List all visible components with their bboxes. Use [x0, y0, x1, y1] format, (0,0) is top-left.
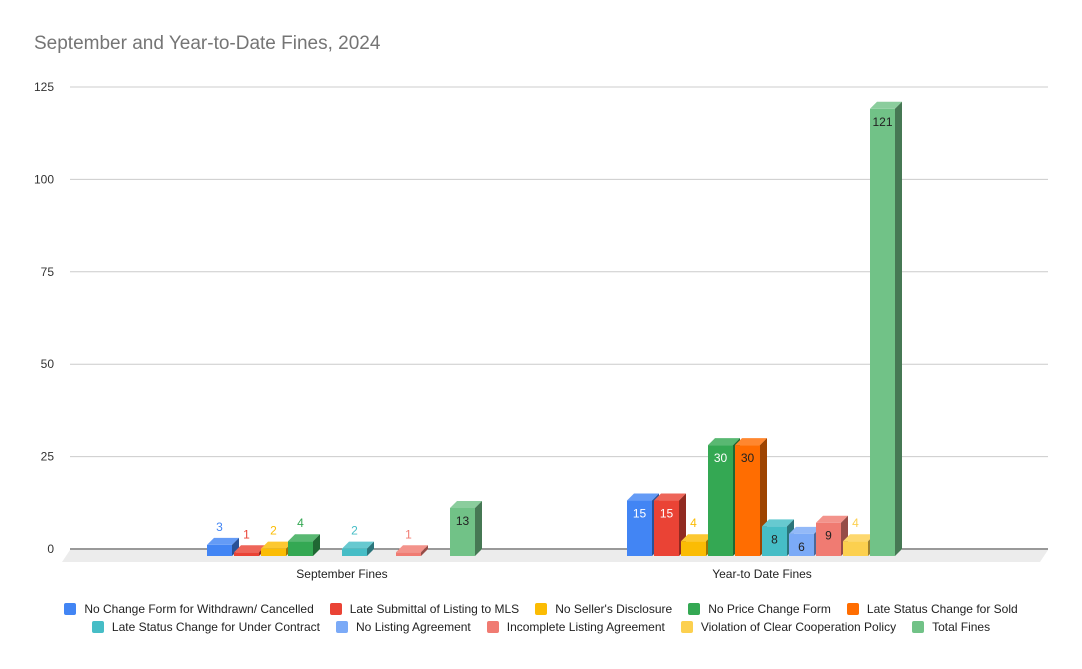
bar-front	[681, 541, 706, 556]
legend-row: Late Status Change for Under Contract No …	[0, 618, 1082, 636]
data-label: 2	[270, 524, 277, 538]
data-label: 15	[660, 507, 674, 521]
legend-item[interactable]: Late Status Change for Under Contract	[91, 620, 321, 634]
legend-row: No Change Form for Withdrawn/ Cancelled L…	[0, 600, 1082, 618]
legend-label: No Change Form for Withdrawn/ Cancelled	[84, 602, 314, 616]
legend-swatch	[336, 621, 349, 633]
legend-item[interactable]: No Listing Agreement	[336, 620, 471, 634]
legend-item[interactable]: Incomplete Listing Agreement	[486, 620, 665, 634]
legend-label: Total Fines	[932, 620, 991, 634]
legend-swatch	[91, 621, 104, 633]
y-tick-label: 100	[34, 172, 54, 186]
data-label: 1	[243, 527, 250, 541]
bar-front	[870, 108, 895, 556]
data-label: 8	[771, 532, 778, 546]
legend-label: No Seller's Disclosure	[555, 602, 673, 616]
legend-swatch	[680, 621, 693, 633]
bar-front	[396, 552, 421, 556]
legend-label: Incomplete Listing Agreement	[506, 620, 665, 634]
bar	[450, 500, 482, 556]
y-tick-label: 125	[34, 80, 54, 94]
y-tick-label: 25	[41, 450, 55, 464]
data-label: 2	[351, 524, 358, 538]
legend-item[interactable]: No Price Change Form	[688, 602, 831, 616]
chart-legend: No Change Form for Withdrawn/ Cancelled L…	[0, 600, 1082, 636]
data-label: 4	[852, 516, 859, 530]
data-label: 30	[714, 451, 728, 465]
legend-swatch	[846, 603, 859, 615]
legend-item[interactable]: Violation of Clear Cooperation Policy	[680, 620, 897, 634]
bar	[870, 101, 902, 556]
legend-item[interactable]: Late Status Change for Sold	[846, 602, 1018, 616]
legend-swatch	[688, 603, 701, 615]
data-label: 30	[741, 451, 755, 465]
bar	[288, 534, 320, 556]
data-label: 4	[690, 516, 697, 530]
bar-front	[342, 548, 367, 556]
data-label: 121	[872, 115, 892, 129]
data-label: 9	[825, 529, 832, 543]
legend-label: Late Submittal of Listing to MLS	[349, 602, 520, 616]
legend-label: Late Status Change for Under Contract	[111, 620, 321, 634]
bar-front	[207, 544, 232, 556]
data-label: 6	[798, 540, 805, 554]
chart-plot-area: 0 25 50 75 100 125 3 1 2 4 2 1 13 September Fines 15 15…	[34, 80, 1048, 581]
y-tick-label: 0	[47, 542, 54, 556]
legend-swatch	[486, 621, 499, 633]
data-label: 15	[633, 507, 647, 521]
bar-front	[234, 552, 259, 556]
bar-side	[475, 500, 482, 556]
legend-swatch	[64, 603, 77, 615]
x-category-label: Year-to Date Fines	[712, 567, 812, 581]
legend-item[interactable]: No Seller's Disclosure	[535, 602, 672, 616]
data-label: 1	[405, 527, 412, 541]
data-label: 4	[297, 516, 304, 530]
y-tick-label: 50	[41, 357, 55, 371]
legend-item[interactable]: No Change Form for Withdrawn/ Cancelled	[64, 602, 314, 616]
data-label: 13	[456, 514, 470, 528]
bar-front	[261, 548, 286, 556]
bar-front	[843, 541, 868, 556]
x-category-label: September Fines	[296, 567, 387, 581]
legend-swatch	[535, 603, 548, 615]
legend-label: Late Status Change for Sold	[866, 602, 1018, 616]
bar-side	[895, 101, 902, 556]
legend-label: Violation of Clear Cooperation Policy	[700, 620, 897, 634]
legend-label: No Listing Agreement	[356, 620, 471, 634]
data-label: 3	[216, 520, 223, 534]
bar-front	[288, 541, 313, 556]
legend-swatch	[912, 621, 925, 633]
legend-item[interactable]: Total Fines	[912, 620, 990, 634]
legend-swatch	[329, 603, 342, 615]
y-tick-label: 75	[41, 265, 55, 279]
legend-item[interactable]: Late Submittal of Listing to MLS	[329, 602, 520, 616]
legend-label: No Price Change Form	[708, 602, 831, 616]
